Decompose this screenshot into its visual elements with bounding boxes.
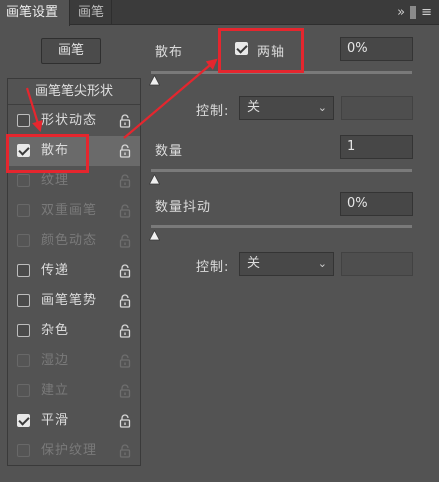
scatter-control-extra-input	[341, 96, 413, 120]
brush-option-row[interactable]: 形状动态	[8, 106, 140, 136]
brush-option-row[interactable]: 传递	[8, 256, 140, 286]
brush-option-checkbox[interactable]	[17, 264, 30, 277]
lock-icon[interactable]	[119, 444, 131, 458]
brush-option-row[interactable]: 平滑	[8, 406, 140, 436]
count-jitter-slider-thumb[interactable]	[149, 230, 160, 241]
count-jitter-slider-track[interactable]	[151, 225, 412, 228]
brush-option-label: 杂色	[41, 323, 70, 338]
brush-option-label: 建立	[41, 383, 70, 398]
count-slider-thumb[interactable]	[149, 174, 160, 185]
brush-tip-shape-item[interactable]: 画笔笔尖形状	[8, 79, 140, 105]
lock-icon[interactable]	[119, 114, 131, 128]
brush-option-row[interactable]: 双重画笔	[8, 196, 140, 226]
brush-option-row[interactable]: 湿边	[8, 346, 140, 376]
lock-icon[interactable]	[119, 354, 131, 368]
lock-icon[interactable]	[119, 324, 131, 338]
brush-option-checkbox[interactable]	[17, 234, 30, 247]
count-jitter-label: 数量抖动	[155, 200, 212, 215]
double-chevron-right-icon[interactable]: »	[394, 0, 408, 25]
brush-option-label: 湿边	[41, 353, 70, 368]
count-jitter-control-label: 控制:	[196, 260, 230, 275]
chevron-down-icon: ⌄	[317, 257, 327, 270]
brush-option-label: 平滑	[41, 413, 70, 428]
scatter-control-value: 关	[247, 100, 261, 115]
brush-option-checkbox[interactable]	[17, 444, 30, 457]
chevron-down-icon: ⌄	[317, 101, 327, 114]
lock-icon[interactable]	[119, 144, 131, 158]
brush-presets-button[interactable]: 画笔	[41, 38, 101, 64]
lock-icon[interactable]	[119, 264, 131, 278]
tab-brushes[interactable]: 画笔	[72, 0, 112, 25]
divider	[410, 6, 417, 19]
count-jitter-control-extra-input	[341, 252, 413, 276]
brush-option-label: 传递	[41, 263, 70, 278]
count-jitter-value-input[interactable]: 0%	[340, 192, 413, 216]
hamburger-menu-icon[interactable]: ≡	[418, 0, 435, 25]
count-value-input[interactable]: 1	[340, 135, 413, 159]
lock-icon[interactable]	[119, 234, 131, 248]
scatter-slider-thumb[interactable]	[149, 75, 160, 86]
brush-option-checkbox[interactable]	[17, 414, 30, 427]
brush-option-checkbox[interactable]	[17, 294, 30, 307]
scatter-control-select[interactable]: 关 ⌄	[239, 96, 334, 120]
brush-option-label: 颜色动态	[41, 233, 98, 248]
lock-icon[interactable]	[119, 384, 131, 398]
brush-option-label: 形状动态	[41, 113, 98, 128]
brush-option-checkbox[interactable]	[17, 384, 30, 397]
annotation-box-scatter	[6, 134, 89, 173]
brush-option-row[interactable]: 建立	[8, 376, 140, 406]
brush-option-checkbox[interactable]	[17, 354, 30, 367]
lock-icon[interactable]	[119, 294, 131, 308]
scatter-value-input[interactable]: 0%	[340, 37, 413, 61]
brush-option-row[interactable]: 杂色	[8, 316, 140, 346]
scatter-control-label: 控制:	[196, 104, 230, 119]
brush-option-label: 双重画笔	[41, 203, 98, 218]
count-slider-track[interactable]	[151, 169, 412, 172]
lock-icon[interactable]	[119, 414, 131, 428]
panel-tab-bar: 画笔设置 画笔 » ≡	[0, 0, 439, 26]
count-jitter-control-value: 关	[247, 256, 261, 271]
brush-option-checkbox[interactable]	[17, 174, 30, 187]
count-label: 数量	[155, 144, 184, 159]
lock-icon[interactable]	[119, 174, 131, 188]
brush-option-row[interactable]: 保护纹理	[8, 436, 140, 466]
lock-icon[interactable]	[119, 204, 131, 218]
brush-option-row[interactable]: 颜色动态	[8, 226, 140, 256]
scatter-label: 散布	[155, 45, 184, 60]
brush-option-checkbox[interactable]	[17, 204, 30, 217]
count-jitter-control-select[interactable]: 关 ⌄	[239, 252, 334, 276]
brush-option-label: 保护纹理	[41, 443, 98, 458]
brush-option-checkbox[interactable]	[17, 324, 30, 337]
tab-brush-settings[interactable]: 画笔设置	[0, 0, 70, 26]
tabbar-controls: » ≡	[394, 0, 435, 25]
brush-option-row[interactable]: 画笔笔势	[8, 286, 140, 316]
brush-option-checkbox[interactable]	[17, 114, 30, 127]
brush-option-label: 画笔笔势	[41, 293, 98, 308]
annotation-box-two-axis	[218, 28, 304, 73]
